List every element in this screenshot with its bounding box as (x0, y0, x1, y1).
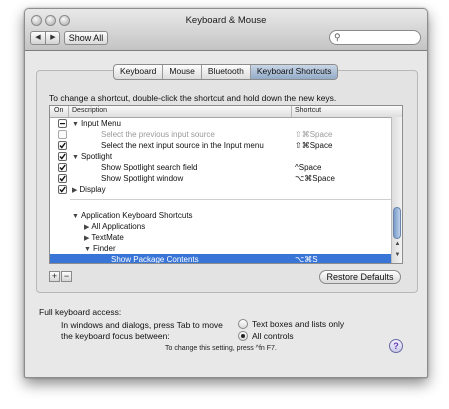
row-label: Show Spotlight window (101, 174, 184, 183)
scroll-up-arrow-icon[interactable]: ▲ (393, 241, 402, 250)
show-all-button[interactable]: Show All (64, 31, 108, 45)
table-row[interactable]: ▼ Spotlight (50, 151, 391, 162)
row-label: Display (79, 185, 106, 194)
checkbox-unchecked-icon[interactable] (58, 130, 67, 139)
table-row[interactable]: ▶ TextMate (50, 232, 391, 243)
row-label: Finder (92, 244, 116, 253)
radio-text-boxes-and-lists[interactable] (238, 319, 248, 329)
table-row[interactable]: ▶ Display (50, 184, 391, 195)
tab-bluetooth[interactable]: Bluetooth (202, 65, 251, 79)
search-field[interactable]: ⚲ (329, 30, 421, 45)
tab-keyboard[interactable]: Keyboard (114, 65, 164, 79)
disclosure-open-icon[interactable]: ▼ (84, 246, 91, 253)
row-shortcut[interactable]: ⇧⌘Space (295, 140, 332, 151)
checkbox-checked-icon[interactable] (58, 152, 67, 161)
row-label: Select the next input source in the Inpu… (101, 141, 264, 150)
table-row[interactable]: Select the next input source in the Inpu… (50, 140, 391, 151)
column-divider (291, 106, 292, 117)
checkbox-checked-icon[interactable] (58, 163, 67, 172)
column-divider (68, 106, 69, 117)
checkbox-checked-icon[interactable] (58, 141, 67, 150)
column-header-description[interactable]: Description (72, 107, 107, 114)
row-description: ▶ Display (72, 184, 106, 196)
row-label: Show Package Contents (111, 255, 199, 264)
table-row[interactable]: Show Spotlight window ⌥⌘Space (50, 173, 391, 184)
table-header: On Description Shortcut (50, 106, 402, 118)
row-shortcut[interactable]: ⌥⌘Space (295, 173, 335, 184)
checkbox-checked-icon[interactable] (58, 185, 67, 194)
disclosure-open-icon[interactable]: ▼ (72, 154, 79, 161)
row-description: Show Spotlight search field (101, 162, 198, 173)
disclosure-open-icon[interactable]: ▼ (72, 213, 79, 220)
table-row[interactable]: ▼ Finder (50, 243, 391, 254)
scroll-down-arrow-icon[interactable]: ▼ (393, 252, 402, 261)
keyboard-access-hint: To change this setting, press ^fn F7. (165, 345, 277, 352)
disclosure-closed-icon[interactable]: ▶ (84, 224, 89, 231)
window-title: Keyboard & Mouse (185, 15, 267, 26)
vertical-scrollbar[interactable]: ▲ ▼ (391, 117, 402, 263)
instructions-text: To change a shortcut, double-click the s… (49, 93, 337, 103)
disclosure-closed-icon[interactable]: ▶ (72, 187, 77, 194)
table-row[interactable]: ▶ All Applications (50, 221, 391, 232)
checkbox-checked-icon[interactable] (58, 174, 67, 183)
row-label: TextMate (91, 233, 124, 242)
table-row[interactable]: Select the previous input source ⇧⌘Space (50, 129, 391, 140)
keyboard-access-line2: the keyboard focus between: (61, 331, 170, 341)
preferences-window: Keyboard & Mouse ◀ ▶ Show All ⚲ Keyboard… (24, 8, 428, 378)
row-label: Show Spotlight search field (101, 163, 198, 172)
forward-arrow-icon[interactable]: ▶ (46, 32, 60, 44)
row-shortcut[interactable]: ⇧⌘Space (295, 129, 332, 140)
disclosure-closed-icon[interactable]: ▶ (84, 235, 89, 242)
tab-bar: Keyboard Mouse Bluetooth Keyboard Shortc… (113, 64, 339, 80)
row-shortcut[interactable]: ⌥⌘S (295, 254, 318, 263)
row-label: All Applications (91, 222, 146, 231)
help-icon[interactable]: ? (389, 339, 403, 353)
disclosure-open-icon[interactable]: ▼ (72, 121, 79, 128)
add-shortcut-button[interactable]: + (49, 271, 60, 282)
row-label: Spotlight (80, 152, 113, 161)
radio-all-controls-label[interactable]: All controls (252, 331, 294, 341)
row-shortcut[interactable]: ^Space (295, 162, 321, 173)
row-description: Select the previous input source (101, 129, 215, 140)
table-row[interactable]: ▼ Input Menu (50, 118, 391, 129)
back-arrow-icon[interactable]: ◀ (31, 32, 45, 44)
restore-defaults-button[interactable]: Restore Defaults (319, 270, 401, 284)
table-row[interactable]: ▼ Application Keyboard Shortcuts (50, 210, 391, 221)
back-forward-control: ◀ ▶ (30, 31, 60, 45)
keyboard-access-line1: In windows and dialogs, press Tab to mov… (61, 320, 223, 330)
section-divider (70, 199, 391, 200)
tab-keyboard-shortcuts[interactable]: Keyboard Shortcuts (250, 65, 338, 79)
radio-all-controls[interactable] (238, 331, 248, 341)
row-description: Show Package Contents (111, 254, 199, 264)
search-icon: ⚲ (334, 32, 341, 42)
remove-shortcut-button[interactable]: − (61, 271, 72, 282)
checkbox-mixed-icon[interactable] (58, 119, 67, 128)
column-header-on[interactable]: On (54, 107, 63, 114)
row-description: Show Spotlight window (101, 173, 183, 184)
row-label: Input Menu (80, 119, 121, 128)
row-label: Application Keyboard Shortcuts (80, 211, 193, 220)
keyboard-access-heading: Full keyboard access: (39, 307, 122, 317)
tab-mouse[interactable]: Mouse (163, 65, 202, 79)
column-header-shortcut[interactable]: Shortcut (295, 107, 321, 114)
row-description: Select the next input source in the Inpu… (101, 140, 264, 151)
table-row[interactable]: Show Package Contents ⌥⌘S (50, 254, 391, 264)
row-label: Select the previous input source (101, 130, 215, 139)
shortcuts-table: On Description Shortcut ▼ Input Menu Selec… (49, 105, 403, 264)
table-row[interactable]: Show Spotlight search field ^Space (50, 162, 391, 173)
radio-text-boxes-label[interactable]: Text boxes and lists only (252, 319, 344, 329)
window-toolbar: Keyboard & Mouse ◀ ▶ Show All ⚲ (25, 9, 427, 51)
scrollbar-thumb[interactable] (393, 207, 401, 239)
